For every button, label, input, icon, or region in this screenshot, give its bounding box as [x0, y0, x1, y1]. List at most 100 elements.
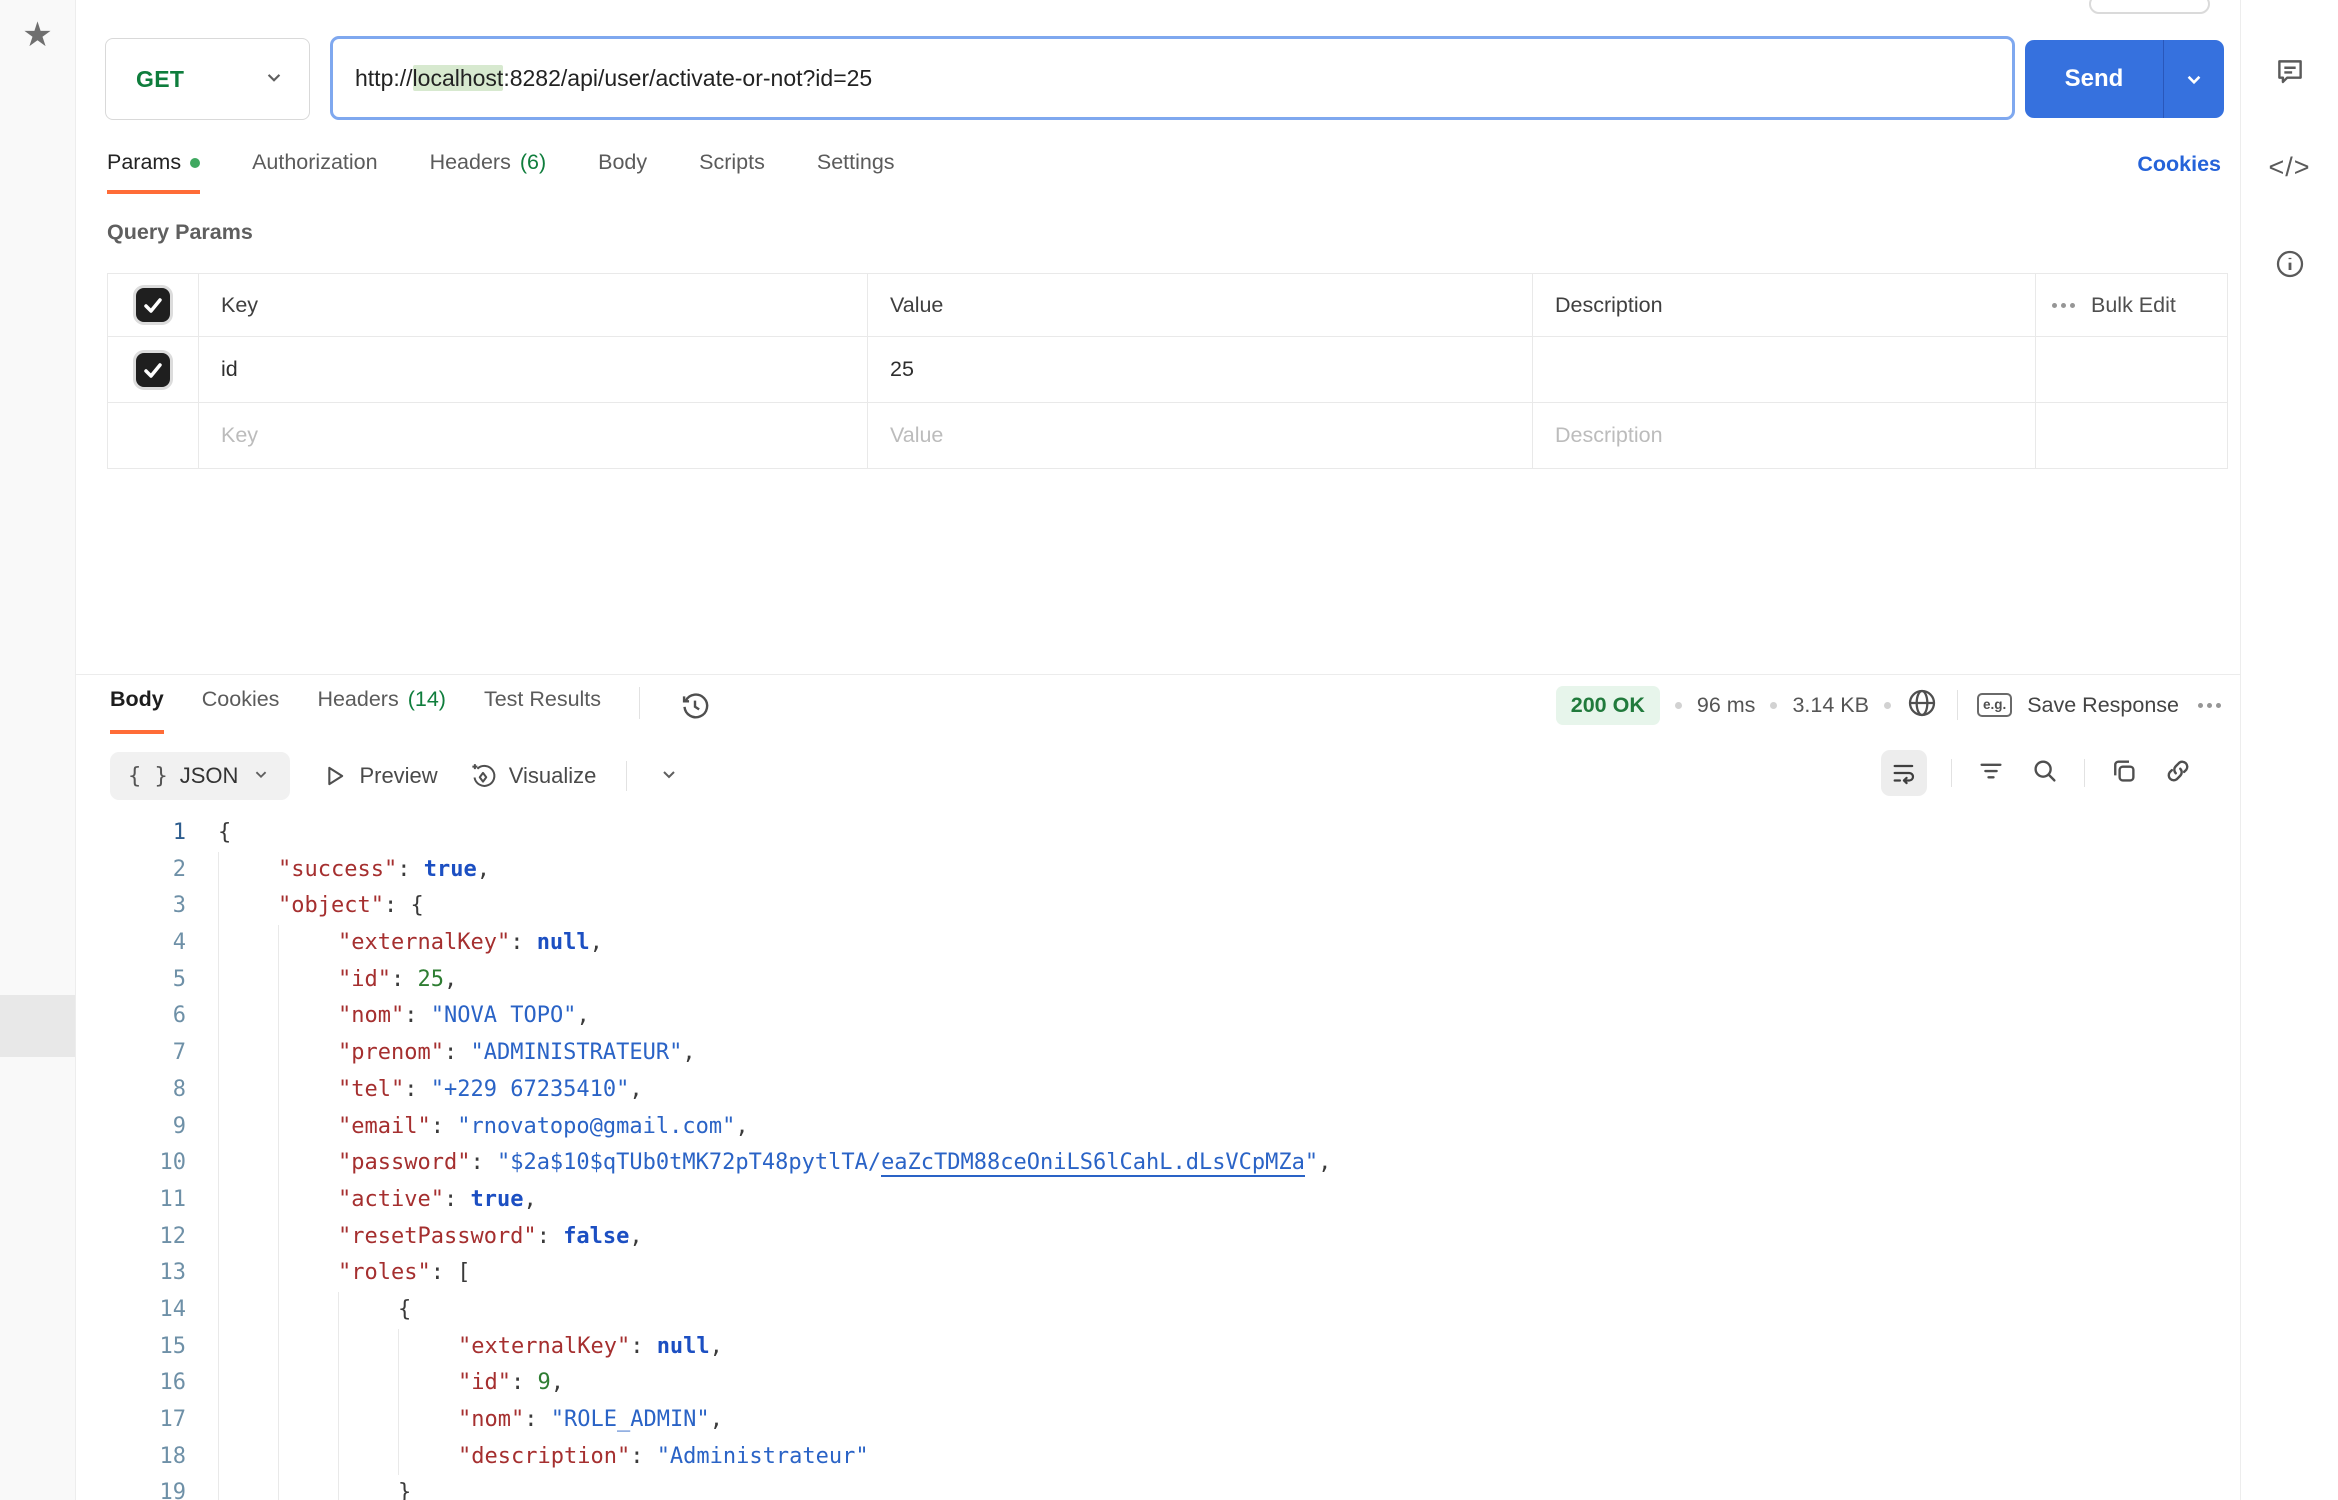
- code-line: 15"externalKey": null,: [75, 1329, 2239, 1366]
- code-token: ,: [710, 1407, 723, 1432]
- dot-separator: [1770, 702, 1777, 709]
- code-area[interactable]: 1{2"success": true,3"object": {4"externa…: [75, 815, 2239, 1500]
- code-token: "roles": [338, 1260, 431, 1285]
- param-checkbox[interactable]: [136, 353, 170, 387]
- indent-guide: [218, 925, 278, 962]
- tab-body[interactable]: Body: [598, 150, 647, 190]
- partial-button[interactable]: [2089, 0, 2210, 14]
- tab-headers[interactable]: Headers(6): [430, 150, 547, 190]
- code-token: ,: [710, 1334, 723, 1359]
- tab-settings[interactable]: Settings: [817, 150, 895, 190]
- code-token: ,: [682, 1040, 695, 1065]
- code-line: 3"object": {: [75, 888, 2239, 925]
- response-size[interactable]: 3.14 KB: [1792, 693, 1869, 718]
- column-header-value: Value: [868, 274, 1533, 336]
- tab-authorization[interactable]: Authorization: [252, 150, 378, 190]
- code-token: ,: [523, 1187, 536, 1212]
- info-icon[interactable]: [2241, 248, 2338, 280]
- code-line: 10"password": "$2a$10$qTUb0tMK72pT48pytl…: [75, 1145, 2239, 1182]
- param-description-field[interactable]: [1533, 337, 2036, 402]
- code-token: :: [510, 930, 537, 955]
- param-key-field[interactable]: id: [199, 337, 868, 402]
- code-token: 25: [417, 967, 444, 992]
- code-token: "success": [278, 857, 397, 882]
- select-all-checkbox[interactable]: [136, 288, 170, 322]
- cookies-link[interactable]: Cookies: [2137, 152, 2221, 177]
- code-token: "tel": [338, 1077, 404, 1102]
- braces-icon: { }: [128, 764, 168, 789]
- code-line: 7"prenom": "ADMINISTRATEUR",: [75, 1035, 2239, 1072]
- response-tab-cookies[interactable]: Cookies: [202, 687, 280, 730]
- section-divider: [75, 674, 2241, 675]
- code-token: ,: [629, 1077, 642, 1102]
- format-dropdown[interactable]: { } JSON: [110, 752, 290, 800]
- code-token: :: [444, 1040, 471, 1065]
- send-options-chevron-icon[interactable]: [2164, 66, 2224, 92]
- wrap-text-button[interactable]: [1881, 750, 1927, 796]
- left-sidebar: ★: [0, 0, 76, 1500]
- code-snippet-icon[interactable]: </>: [2241, 152, 2338, 183]
- indent-guide: [278, 962, 338, 999]
- history-icon[interactable]: [678, 689, 712, 728]
- response-tab-test-results[interactable]: Test Results: [484, 687, 601, 730]
- indent-guide: [278, 1219, 338, 1256]
- indent-guide: [278, 925, 338, 962]
- response-time[interactable]: 96 ms: [1697, 693, 1756, 718]
- response-tab-body[interactable]: Body: [110, 687, 164, 734]
- tab-scripts[interactable]: Scripts: [699, 150, 765, 190]
- code-token: : [: [431, 1260, 471, 1285]
- param-value-field[interactable]: 25: [868, 337, 1533, 402]
- response-meta: 200 OK 96 ms 3.14 KB e.g. Save Response: [1556, 683, 2221, 727]
- code-token: ,: [1318, 1150, 1331, 1175]
- send-button[interactable]: Send: [2025, 40, 2224, 118]
- line-number: 5: [75, 962, 186, 999]
- indent-guide: [218, 1109, 278, 1146]
- indent-guide: [218, 888, 278, 925]
- indent-guide: [398, 1365, 458, 1402]
- right-sidebar: </>: [2240, 0, 2338, 1500]
- link-icon[interactable]: [2163, 756, 2193, 791]
- copy-icon[interactable]: [2109, 756, 2139, 791]
- dot-separator: [1675, 702, 1682, 709]
- code-token: "Administrateur": [657, 1444, 869, 1469]
- code-token: "externalKey": [338, 930, 510, 955]
- line-number: 12: [75, 1219, 186, 1256]
- code-token: :: [391, 967, 418, 992]
- indent-guide: [278, 998, 338, 1035]
- tab-params[interactable]: Params: [107, 150, 200, 194]
- url-input[interactable]: http://localhost:8282/api/user/activate-…: [330, 36, 2015, 120]
- star-icon[interactable]: ★: [0, 18, 75, 52]
- save-response-button[interactable]: Save Response: [2027, 693, 2179, 718]
- code-token: "email": [338, 1114, 431, 1139]
- main-panel: GET http://localhost:8282/api/user/activ…: [75, 0, 2241, 1500]
- filter-icon[interactable]: [1976, 756, 2006, 791]
- table-row-empty: Key Value Description: [108, 403, 2227, 468]
- code-line: 16"id": 9,: [75, 1365, 2239, 1402]
- comments-icon[interactable]: [2241, 55, 2338, 89]
- indent-guide: [278, 1035, 338, 1072]
- tools-divider: [1951, 759, 1952, 787]
- indent-guide: [278, 1402, 338, 1439]
- tools-divider: [2084, 759, 2085, 787]
- status-badge[interactable]: 200 OK: [1556, 686, 1660, 725]
- preview-button[interactable]: Preview: [320, 762, 437, 790]
- column-header-key: Key: [199, 274, 868, 336]
- meta-divider: [1957, 690, 1958, 720]
- param-description-field-placeholder[interactable]: Description: [1533, 403, 2036, 468]
- network-globe-icon[interactable]: [1906, 687, 1938, 724]
- code-line: 17"nom": "ROLE_ADMIN",: [75, 1402, 2239, 1439]
- search-icon[interactable]: [2030, 756, 2060, 791]
- code-line: 14{: [75, 1292, 2239, 1329]
- method-select[interactable]: GET: [105, 38, 310, 120]
- param-key-field-placeholder[interactable]: Key: [199, 403, 868, 468]
- response-more-options-icon[interactable]: [2198, 703, 2221, 708]
- visualize-button[interactable]: Visualize: [468, 761, 597, 791]
- bulk-edit-button[interactable]: Bulk Edit: [2036, 274, 2227, 336]
- chevron-down-icon[interactable]: [657, 762, 681, 791]
- param-value-field-placeholder[interactable]: Value: [868, 403, 1533, 468]
- code-token: :: [511, 1370, 538, 1395]
- code-line: 11"active": true,: [75, 1182, 2239, 1219]
- code-token: "ADMINISTRATEUR": [470, 1040, 682, 1065]
- sidebar-selected-band[interactable]: [0, 995, 75, 1057]
- response-tab-headers[interactable]: Headers(14): [317, 687, 446, 730]
